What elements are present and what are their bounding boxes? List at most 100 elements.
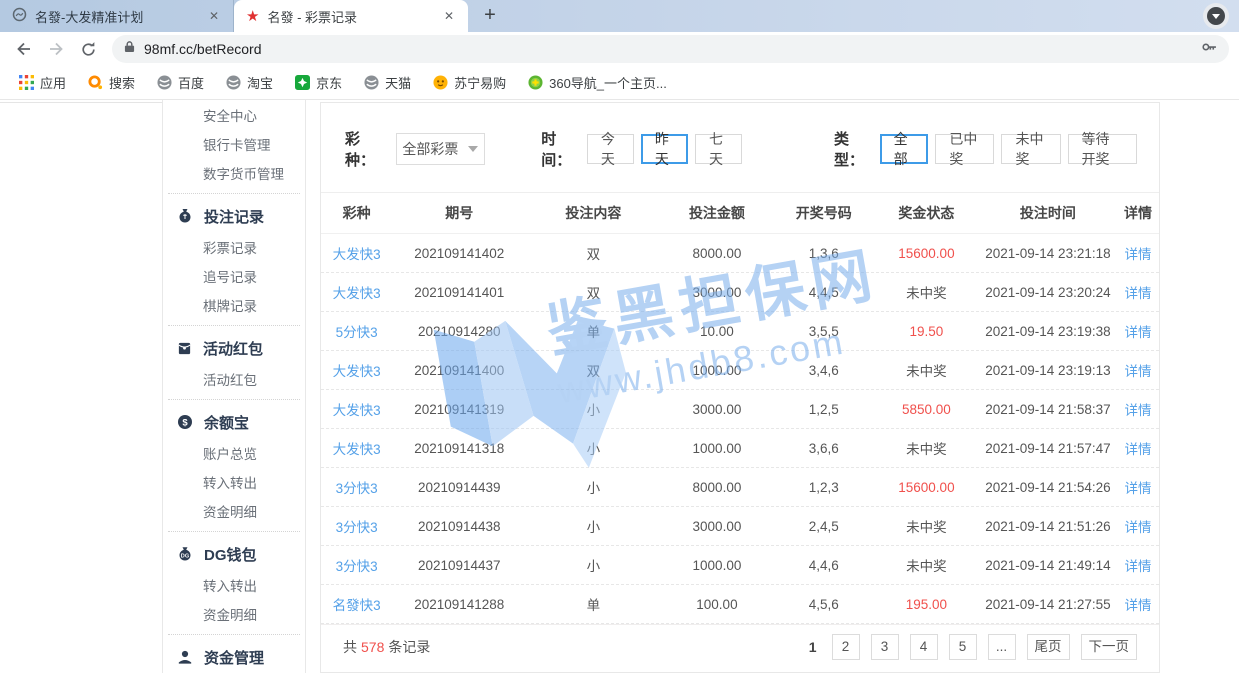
sidebar-divider (168, 193, 300, 194)
detail-link[interactable]: 详情 (1117, 438, 1159, 458)
table-row: 大发快3202109141318小1000.003,6,6未中奖2021-09-… (321, 429, 1159, 468)
bookmark-6[interactable]: 天猫 (355, 69, 420, 96)
detail-link[interactable]: 详情 (1117, 321, 1159, 341)
yuebao-icon: $ (177, 414, 193, 430)
refresh-icon[interactable] (74, 35, 102, 63)
sidebar-item-彩票记录[interactable]: 彩票记录 (163, 234, 305, 263)
prize-status: 未中奖 (874, 438, 979, 458)
table-row: 大发快3202109141402双8000.001,3,615600.00202… (321, 234, 1159, 273)
sidebar-section-活动红包[interactable]: 活动红包 (163, 330, 305, 366)
table-row: 5分快320210914280单10.003,5,519.502021-09-1… (321, 312, 1159, 351)
time-button-七天[interactable]: 七天 (695, 134, 742, 164)
detail-link[interactable]: 详情 (1117, 555, 1159, 575)
browser-scroll-menu-icon[interactable] (1203, 3, 1229, 29)
sidebar-item-棋牌记录[interactable]: 棋牌记录 (163, 292, 305, 321)
sidebar-section-DG钱包[interactable]: DGDG钱包 (163, 536, 305, 572)
bet-time: 2021-09-14 23:21:18 (979, 246, 1117, 261)
bookmark-8[interactable]: 360导航_一个主页... (519, 69, 676, 96)
bookmark-2[interactable]: 搜索 (79, 69, 144, 96)
browser-tab-2-active[interactable]: ★ 名發 - 彩票记录 ✕ (234, 0, 468, 32)
prize-status: 15600.00 (874, 480, 979, 495)
table-row: 大发快3202109141400双1000.003,4,6未中奖2021-09-… (321, 351, 1159, 390)
type-button-等待开奖[interactable]: 等待开奖 (1068, 134, 1137, 164)
bookmark-1[interactable]: 应用 (10, 69, 75, 96)
lottery-filter-label: 彩种： (345, 128, 384, 170)
issue-number: 202109141401 (392, 285, 526, 300)
browser-tab-1[interactable]: 名發-大发精准计划 ✕ (0, 0, 234, 32)
column-header-开奖号码: 开奖号码 (774, 203, 875, 223)
sidebar-section-余额宝[interactable]: $余额宝 (163, 404, 305, 440)
bet-time: 2021-09-14 21:51:26 (979, 519, 1117, 534)
table-row: 3分快320210914439小8000.001,2,315600.002021… (321, 468, 1159, 507)
back-icon[interactable] (10, 35, 38, 63)
bet-content: 双 (526, 282, 660, 302)
bet-content: 小 (526, 555, 660, 575)
bookmark-4[interactable]: 淘宝 (217, 69, 282, 96)
address-bar[interactable]: 98mf.cc/betRecord (112, 35, 1229, 63)
sidebar-item-安全中心[interactable]: 安全中心 (163, 102, 305, 131)
total-records-suffix: 条记录 (388, 637, 430, 657)
draw-numbers: 3,6,6 (774, 441, 875, 456)
sidebar-item-转入转出[interactable]: 转入转出 (163, 469, 305, 498)
total-records-prefix: 共 (343, 637, 357, 657)
sidebar-item-活动红包[interactable]: 活动红包 (163, 366, 305, 395)
page-button-5[interactable]: 5 (949, 634, 977, 660)
sidebar-item-追号记录[interactable]: 追号记录 (163, 263, 305, 292)
type-filter-group: 全部已中奖未中奖等待开奖 (873, 134, 1137, 164)
lock-icon (124, 40, 135, 58)
detail-link[interactable]: 详情 (1117, 360, 1159, 380)
detail-link[interactable]: 详情 (1117, 594, 1159, 614)
detail-link[interactable]: 详情 (1117, 399, 1159, 419)
new-tab-button[interactable]: + (476, 2, 504, 30)
detail-link[interactable]: 详情 (1117, 243, 1159, 263)
sidebar-section-投注记录[interactable]: 投注记录 (163, 198, 305, 234)
page-button-尾页[interactable]: 尾页 (1027, 634, 1070, 660)
sidebar-item-数字货币管理[interactable]: 数字货币管理 (163, 160, 305, 189)
detail-link[interactable]: 详情 (1117, 477, 1159, 497)
total-records-count: 578 (357, 639, 388, 655)
globe-icon (364, 75, 379, 90)
page-button-...[interactable]: ... (988, 634, 1016, 660)
time-button-昨天[interactable]: 昨天 (641, 134, 688, 164)
type-button-未中奖[interactable]: 未中奖 (1001, 134, 1060, 164)
page-button-2[interactable]: 2 (832, 634, 860, 660)
table-body: 大发快3202109141402双8000.001,3,615600.00202… (321, 234, 1159, 624)
time-filter-group: 今天昨天七天 (580, 134, 742, 164)
page-button-4[interactable]: 4 (910, 634, 938, 660)
type-button-已中奖[interactable]: 已中奖 (935, 134, 994, 164)
draw-numbers: 2,4,5 (774, 519, 875, 534)
lottery-name: 名發快3 (321, 594, 392, 614)
key-icon[interactable] (1201, 39, 1217, 60)
sidebar-section-资金管理[interactable]: 资金管理 (163, 639, 305, 673)
prize-status: 5850.00 (874, 402, 979, 417)
bookmark-5[interactable]: 京东 (286, 69, 351, 96)
page-button-下一页[interactable]: 下一页 (1081, 634, 1138, 660)
url-text[interactable]: 98mf.cc/betRecord (144, 41, 1192, 57)
bet-content: 小 (526, 516, 660, 536)
time-button-今天[interactable]: 今天 (587, 134, 634, 164)
issue-number: 202109141402 (392, 246, 526, 261)
page-button-3[interactable]: 3 (871, 634, 899, 660)
tab-title: 名發-大发精准计划 (35, 7, 197, 26)
prize-status: 195.00 (874, 597, 979, 612)
red-packet-icon (177, 341, 192, 356)
type-button-全部[interactable]: 全部 (880, 134, 929, 164)
sidebar-item-资金明细[interactable]: 资金明细 (163, 498, 305, 527)
sidebar-item-银行卡管理[interactable]: 银行卡管理 (163, 131, 305, 160)
detail-link[interactable]: 详情 (1117, 282, 1159, 302)
table-row: 大发快3202109141319小3000.001,2,55850.002021… (321, 390, 1159, 429)
sidebar-item-账户总览[interactable]: 账户总览 (163, 440, 305, 469)
tab-close-icon[interactable]: ✕ (205, 7, 223, 25)
detail-link[interactable]: 详情 (1117, 516, 1159, 536)
bet-time: 2021-09-14 21:27:55 (979, 597, 1117, 612)
lottery-select[interactable]: 全部彩票 (396, 133, 486, 165)
browser-toolbar: 98mf.cc/betRecord (0, 32, 1239, 66)
bookmark-3[interactable]: 百度 (148, 69, 213, 96)
svg-text:$: $ (182, 418, 188, 429)
sidebar-item-资金明细[interactable]: 资金明细 (163, 601, 305, 630)
sidebar-item-转入转出[interactable]: 转入转出 (163, 572, 305, 601)
tab-close-icon[interactable]: ✕ (440, 7, 458, 25)
forward-icon[interactable] (42, 35, 70, 63)
globe-icon (157, 75, 172, 90)
bookmark-7[interactable]: 苏宁易购 (424, 69, 515, 96)
